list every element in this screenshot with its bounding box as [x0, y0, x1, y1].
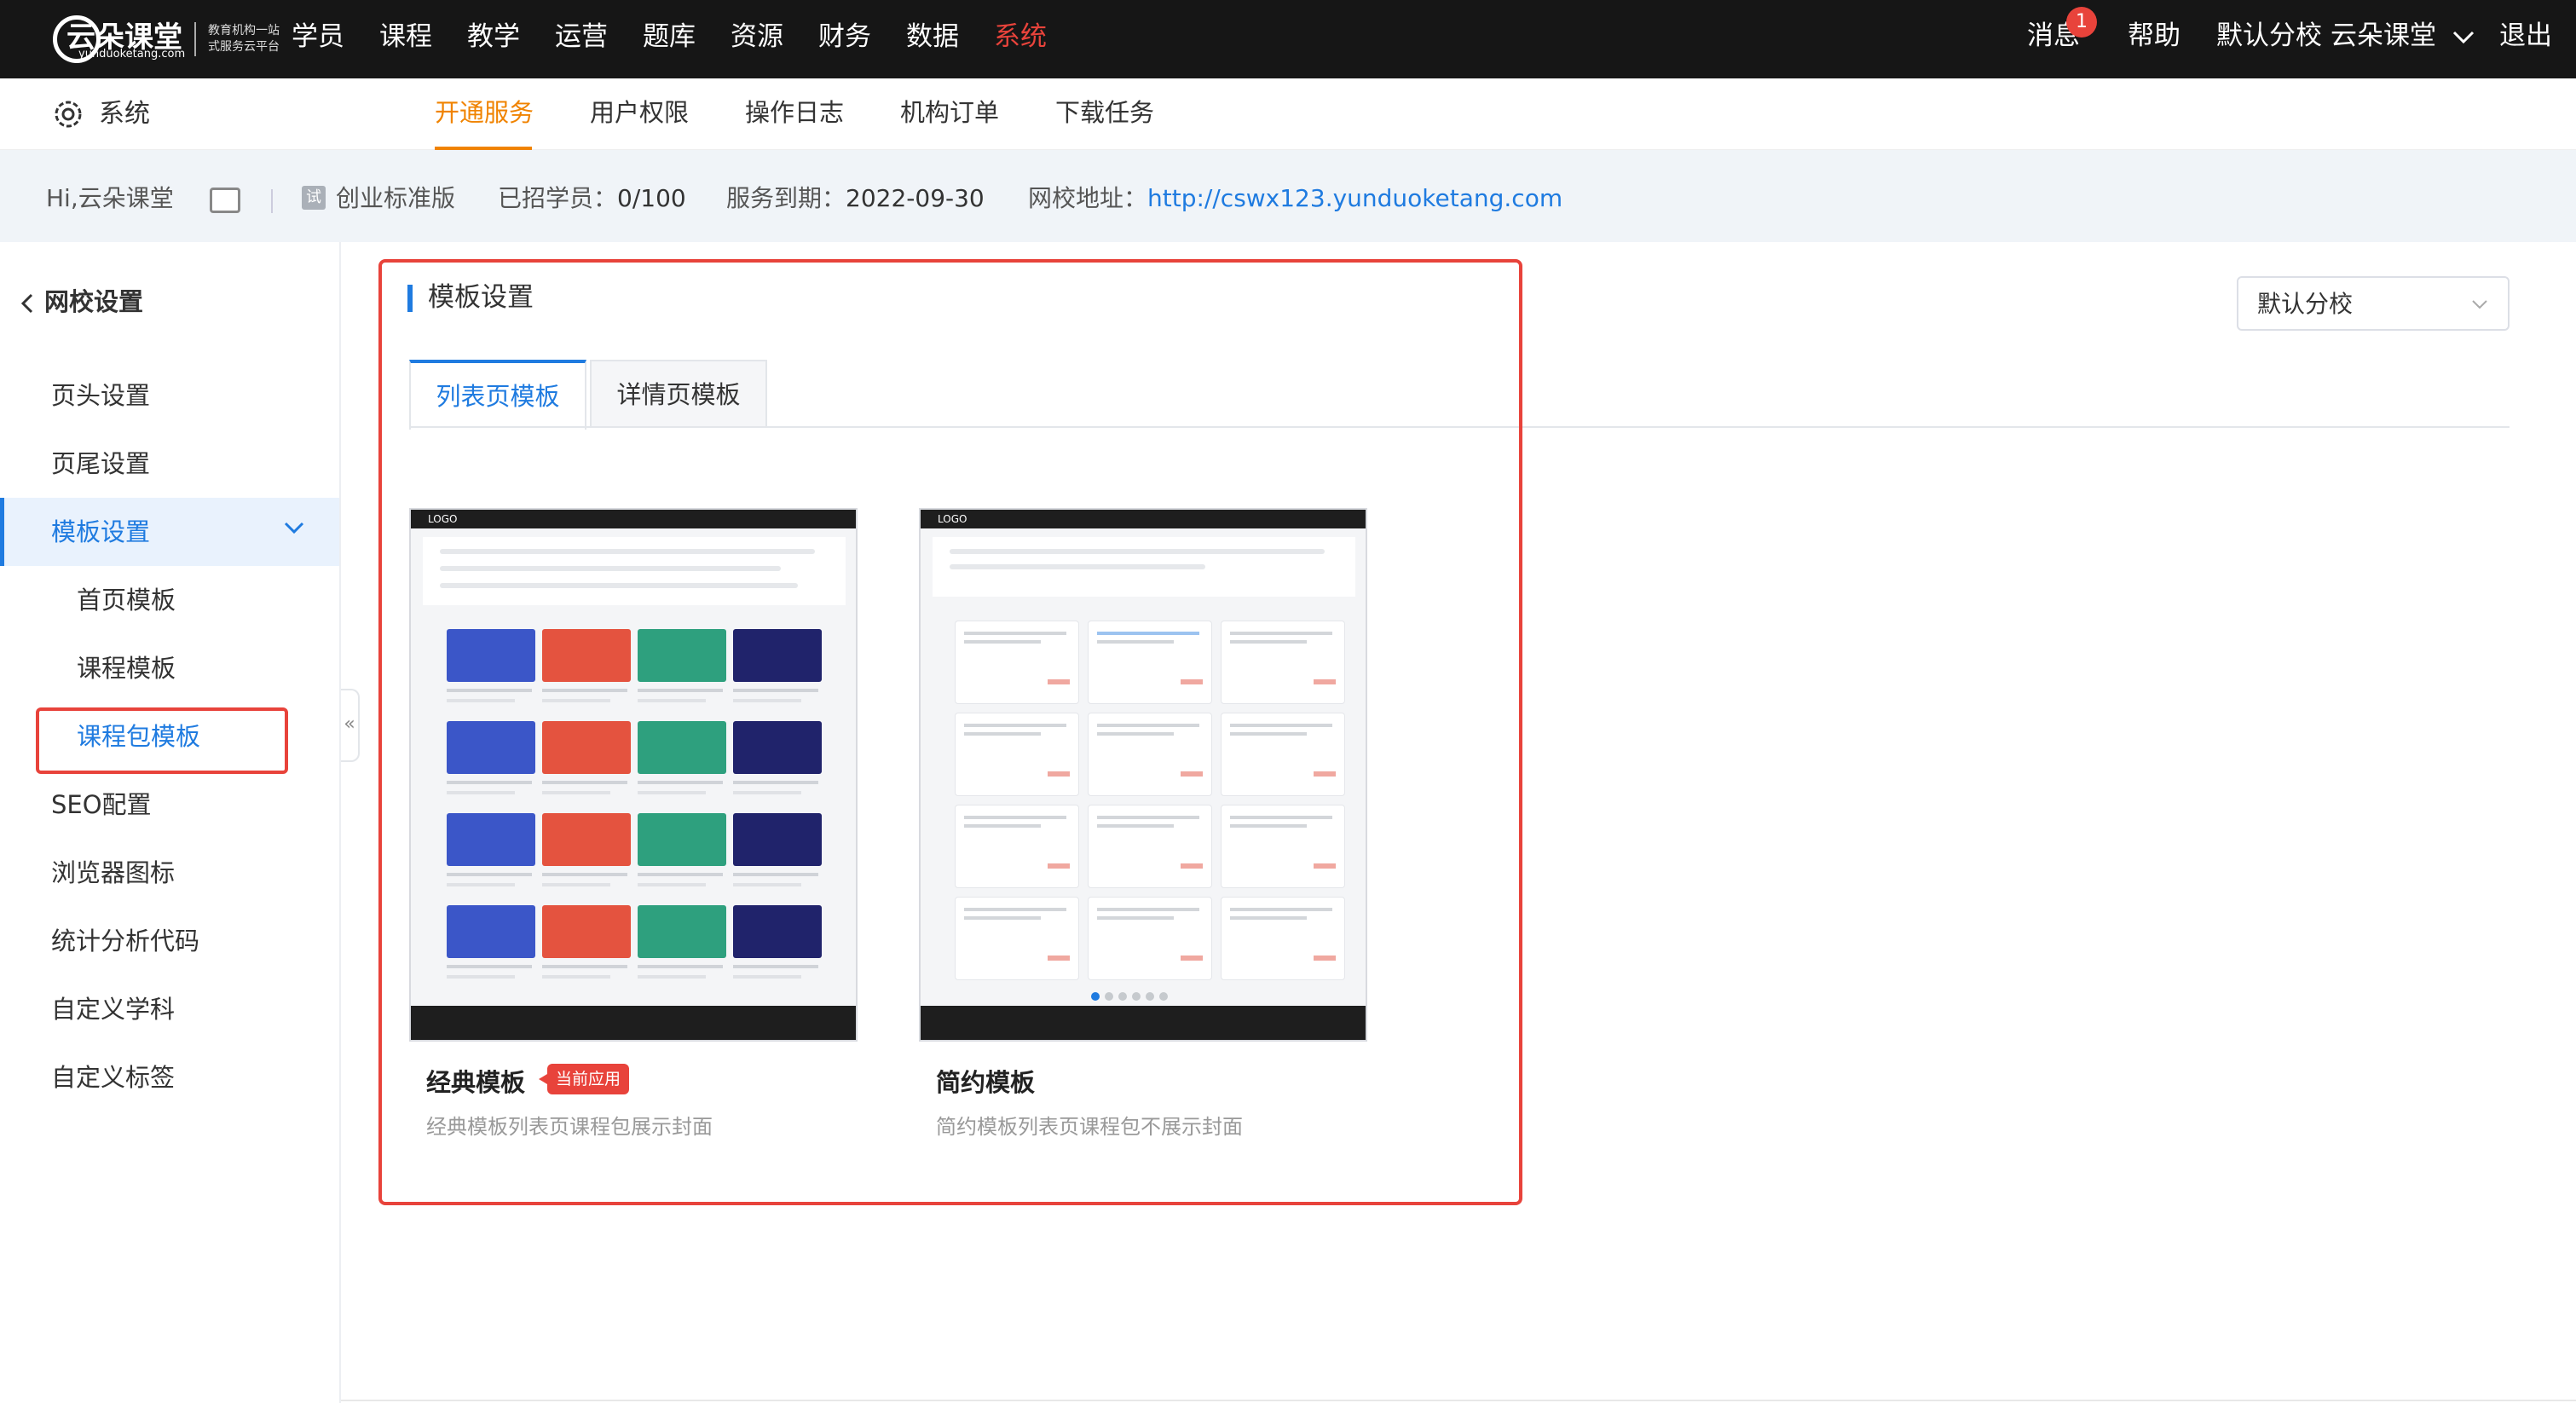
settings-sidebar: 网校设置 页头设置 页尾设置 模板设置 首页模板 课程模板 课程包模板 SEO配…: [0, 242, 341, 1403]
account-name: 云朵课堂: [2331, 20, 2436, 51]
system-section-label: 系统: [99, 99, 150, 129]
greeting-text: Hi,云朵课堂: [46, 184, 174, 212]
top-menu-teaching[interactable]: 教学: [467, 0, 520, 78]
sidebar-item-custom-subjects[interactable]: 自定义学科: [0, 975, 339, 1043]
sidebar-item-template-settings[interactable]: 模板设置: [0, 498, 339, 566]
top-menu-courses[interactable]: 课程: [379, 0, 432, 78]
expiry-label: 服务到期：: [726, 184, 846, 212]
bottom-divider: [341, 1400, 2576, 1401]
top-nav-bar: 云朵课堂 yunduoketang.com 教育机构一站式服务云平台 学员 课程…: [0, 0, 2576, 78]
branch-select-value: 默认分校: [2257, 290, 2354, 318]
sidebar-item-course-template[interactable]: 课程模板: [0, 634, 339, 702]
top-menu-operations[interactable]: 运营: [555, 0, 608, 78]
logout-link[interactable]: 退出: [2499, 19, 2552, 53]
chevron-down-icon: [284, 522, 304, 534]
tab-open-service[interactable]: 开通服务: [435, 95, 534, 130]
school-url-link[interactable]: http://cswx123.yunduoketang.com: [1147, 184, 1562, 212]
logo-subtext: yunduoketang.com: [78, 48, 186, 61]
tab-operation-log[interactable]: 操作日志: [745, 95, 844, 130]
students-count: 已招学员：0/100: [498, 184, 686, 213]
sidebar-item-home-template[interactable]: 首页模板: [0, 566, 339, 634]
sidebar-item-footer-settings[interactable]: 页尾设置: [0, 430, 339, 498]
chevron-left-icon: [20, 293, 33, 314]
tab-download-tasks[interactable]: 下载任务: [1055, 95, 1154, 130]
chevron-down-icon: [2472, 300, 2487, 309]
branch-select[interactable]: 默认分校: [2237, 276, 2510, 331]
back-label: 网校设置: [44, 287, 144, 316]
sidebar-collapse-button[interactable]: «: [341, 689, 360, 762]
sidebar-item-analytics-code[interactable]: 统计分析代码: [0, 907, 339, 975]
id-card-icon[interactable]: [210, 188, 240, 213]
brand-logo[interactable]: 云朵课堂 yunduoketang.com 教育机构一站式服务云平台: [53, 12, 285, 66]
sidebar-item-label: 模板设置: [51, 517, 151, 546]
top-menu-data[interactable]: 数据: [906, 0, 959, 78]
info-divider: [271, 189, 273, 213]
message-count-badge: 1: [2066, 7, 2097, 38]
school-url: 网校地址：http://cswx123.yunduoketang.com: [1028, 184, 1562, 213]
top-menu-system[interactable]: 系统: [994, 0, 1047, 78]
help-link[interactable]: 帮助: [2128, 19, 2180, 53]
service-expiry: 服务到期：2022-09-30: [726, 184, 985, 213]
gear-icon: [55, 101, 82, 128]
sidebar-item-custom-tags[interactable]: 自定义标签: [0, 1043, 339, 1111]
account-info-bar: Hi,云朵课堂 试 创业标准版 已招学员：0/100 服务到期：2022-09-…: [0, 150, 2576, 242]
annotation-highlight-main: [378, 259, 1522, 1205]
sidebar-item-header-settings[interactable]: 页头设置: [0, 361, 339, 430]
branch-switch[interactable]: 默认分校: [2216, 19, 2322, 53]
sub-nav-bar: 系统 开通服务 用户权限 操作日志 机构订单 下载任务: [0, 78, 2576, 150]
sidebar-item-seo-config[interactable]: SEO配置: [0, 771, 339, 839]
top-menu-question-bank[interactable]: 题库: [643, 0, 696, 78]
url-label: 网校地址：: [1028, 184, 1148, 212]
annotation-highlight-sidebar: [36, 707, 288, 774]
logo-tagline: 教育机构一站式服务云平台: [208, 24, 280, 54]
expiry-value: 2022-09-30: [846, 184, 985, 212]
students-value: 0/100: [617, 184, 686, 212]
top-menu-finance[interactable]: 财务: [818, 0, 871, 78]
edition-label: 创业标准版: [336, 184, 456, 212]
tab-user-permissions[interactable]: 用户权限: [590, 95, 689, 130]
students-label: 已招学员：: [498, 184, 618, 212]
chevron-down-icon: [2452, 31, 2474, 43]
sidebar-item-browser-icon[interactable]: 浏览器图标: [0, 839, 339, 907]
trial-badge: 试: [302, 186, 326, 210]
top-menu-students[interactable]: 学员: [292, 0, 344, 78]
account-menu[interactable]: 云朵课堂: [2331, 19, 2475, 53]
tab-org-orders[interactable]: 机构订单: [900, 95, 999, 130]
back-to-school-settings[interactable]: 网校设置: [19, 285, 143, 319]
top-menu: 学员 课程 教学 运营 题库 资源 财务 数据 系统: [292, 0, 1082, 78]
logo-divider: [194, 22, 196, 56]
top-menu-resources[interactable]: 资源: [731, 0, 783, 78]
